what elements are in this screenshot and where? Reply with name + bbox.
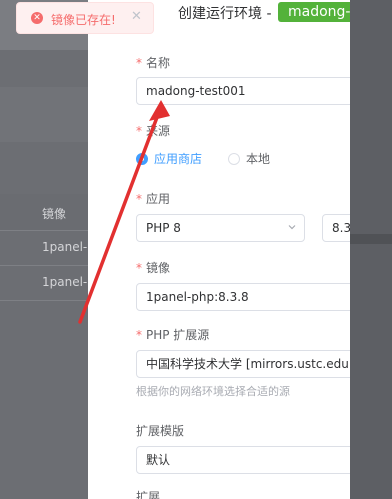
image-input[interactable]: 1panel-php:8.3.8 <box>136 283 350 311</box>
required-mark: * <box>136 192 142 206</box>
source-label: * 来源 <box>136 124 171 138</box>
name-input[interactable]: madong-test001 <box>136 77 350 105</box>
background-right-strip <box>350 234 392 244</box>
toast-message: 镜像已存在! <box>51 13 116 27</box>
chevron-down-icon <box>288 225 296 230</box>
ext-label: 扩展 <box>136 490 161 499</box>
required-mark: * <box>136 56 142 70</box>
background-band <box>0 87 88 142</box>
ext-template-select[interactable]: 默认 <box>136 446 350 474</box>
name-label: * 名称 <box>136 56 171 70</box>
background-table-header: 镜像 <box>0 194 88 231</box>
radio-unchecked-icon <box>228 153 240 165</box>
image-label: * 镜像 <box>136 261 171 275</box>
app-label: * 应用 <box>136 192 171 206</box>
required-mark: * <box>136 261 142 275</box>
app-select[interactable]: PHP 8 <box>136 214 305 242</box>
source-radio-local[interactable]: 本地 <box>228 150 270 167</box>
drawer-title: 创建运行环境 - <box>178 6 272 22</box>
runtime-name-tag: madong-te <box>278 2 350 22</box>
php-ext-source-label: * PHP 扩展源 <box>136 328 210 342</box>
ext-template-label: 扩展模版 <box>136 424 185 438</box>
table-row: 1panel-p <box>0 266 95 301</box>
table-cell-image: 1panel-p <box>42 240 95 254</box>
table-cell-image: 1panel-p <box>42 275 95 289</box>
close-icon[interactable]: ✕ <box>131 9 142 24</box>
php-ext-source-select[interactable]: 中国科学技术大学 [mirrors.ustc.edu.cn <box>136 350 350 378</box>
source-radio-appstore[interactable]: 应用商店 <box>136 150 202 167</box>
version-select[interactable]: 8.3 <box>322 214 350 242</box>
error-circle-icon: ✕ <box>31 12 43 24</box>
required-mark: * <box>136 328 142 342</box>
required-mark: * <box>136 124 142 138</box>
create-runtime-drawer: 创建运行环境 - madong-te *名称 madong-test001 *来… <box>88 0 350 499</box>
radio-checked-icon <box>136 153 148 165</box>
php-ext-source-hint: 根据你的网络环境选择合适的源 <box>136 385 290 398</box>
table-row: 1panel-p <box>0 231 95 266</box>
table-header-image: 镜像 <box>42 207 67 221</box>
error-toast: ✕ 镜像已存在! ✕ <box>16 2 154 34</box>
background-right <box>350 0 392 499</box>
